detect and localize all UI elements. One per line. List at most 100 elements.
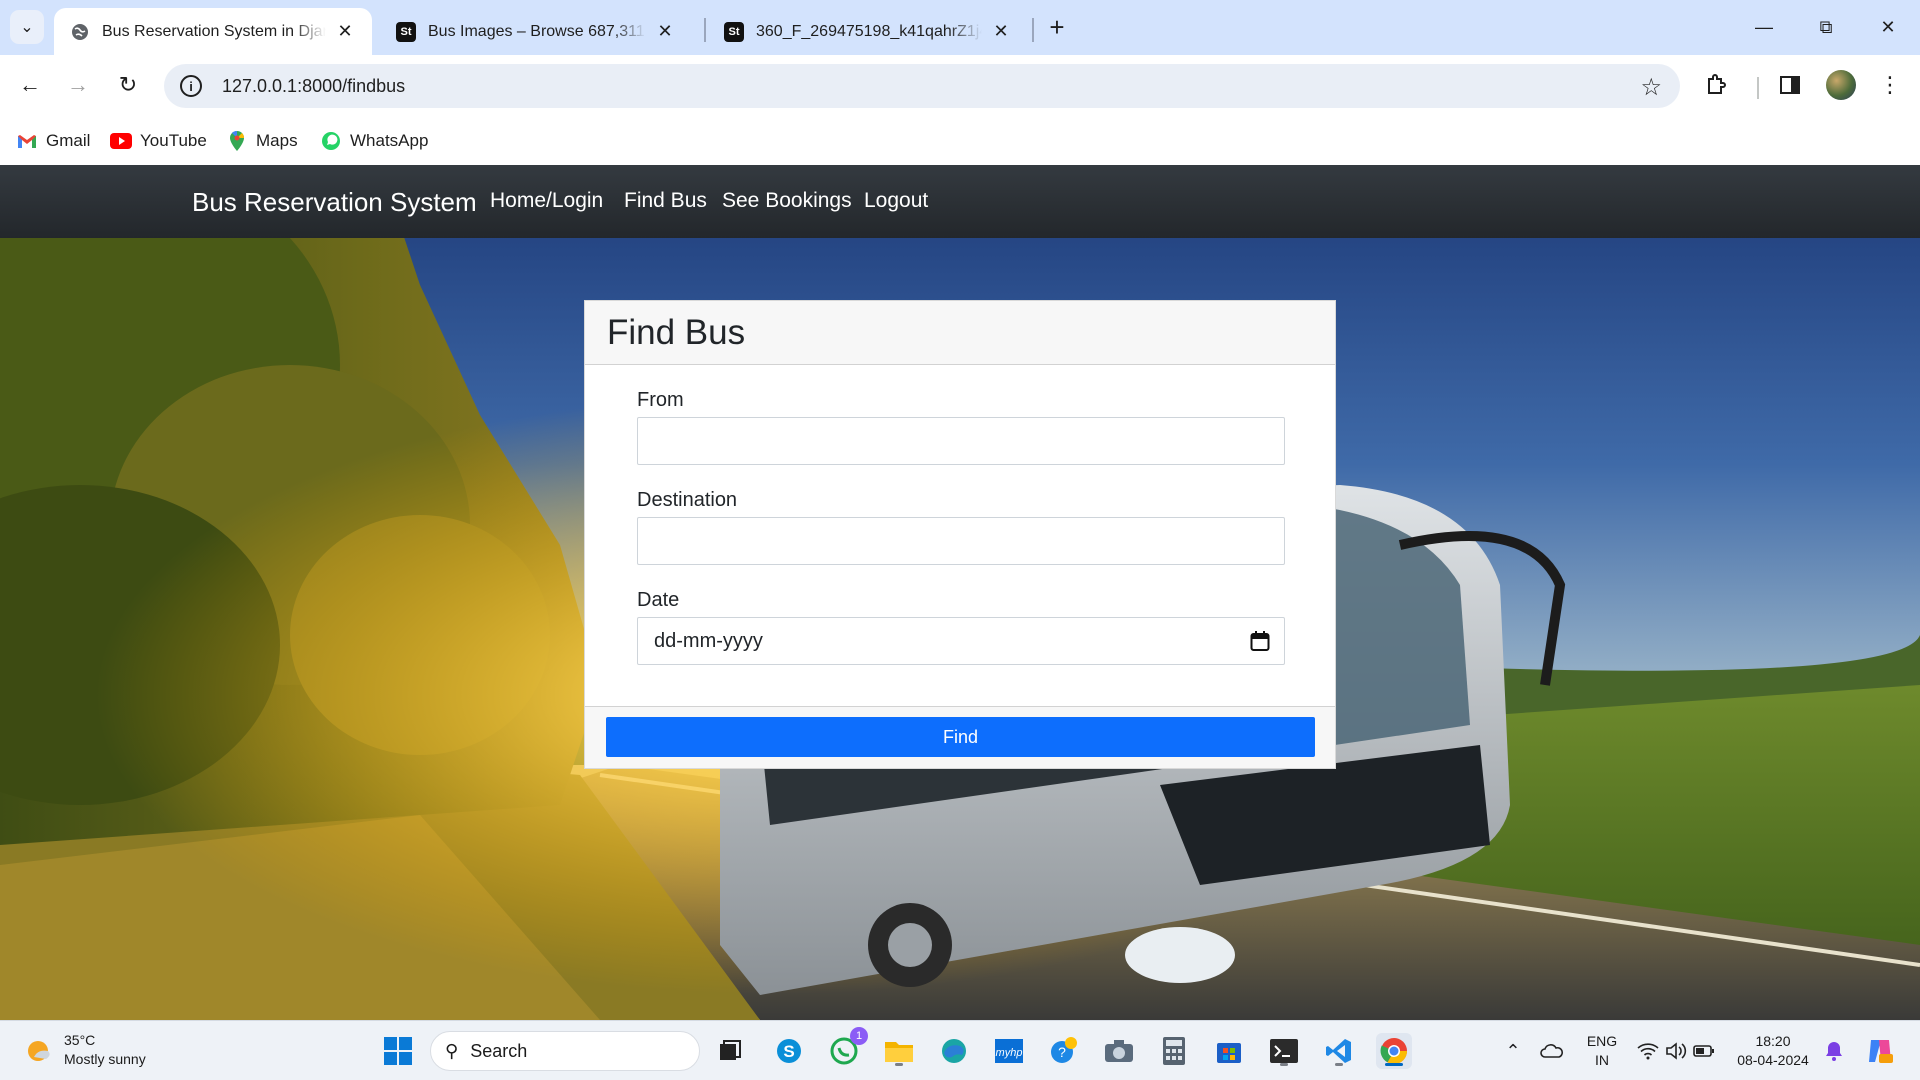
- notification-bell-icon[interactable]: [1816, 1033, 1852, 1069]
- tab-title: 360_F_269475198_k41qahrZ1j4l: [756, 22, 982, 40]
- nav-link-see-bookings[interactable]: See Bookings: [722, 189, 852, 213]
- tab-title: Bus Reservation System in Django: [102, 22, 326, 40]
- windows-logo-icon: [384, 1037, 412, 1065]
- bookmarks-bar: Gmail YouTube Maps WhatsApp: [0, 117, 1920, 165]
- reload-icon: ↻: [118, 72, 138, 97]
- restore-button[interactable]: ⧉: [1796, 0, 1856, 55]
- nav-link-find-bus[interactable]: Find Bus: [624, 189, 707, 213]
- weather-description: Mostly sunny: [64, 1051, 146, 1067]
- maps-icon: [226, 131, 248, 151]
- bookmark-whatsapp[interactable]: WhatsApp: [320, 127, 428, 155]
- destination-label: Destination: [637, 489, 738, 511]
- destination-input[interactable]: [637, 517, 1285, 565]
- language-code: ENG: [1586, 1033, 1618, 1049]
- close-icon: ✕: [1880, 17, 1896, 37]
- date-input[interactable]: dd-mm-yyyy: [637, 617, 1285, 665]
- url-text[interactable]: 127.0.0.1:8000/findbus: [222, 76, 405, 97]
- windows-taskbar: 35°C Mostly sunny ⚲ Search S 1 myhp ? ⌃ …: [0, 1020, 1920, 1080]
- clock-date: 08-04-2024: [1737, 1052, 1809, 1068]
- forward-button[interactable]: →: [58, 65, 98, 105]
- chevron-up-icon[interactable]: ⌃: [1495, 1033, 1531, 1069]
- info-icon[interactable]: i: [180, 75, 202, 97]
- skype-icon[interactable]: S: [771, 1033, 807, 1069]
- toolbar-divider: [1757, 77, 1759, 99]
- shutterstock-icon: St: [724, 21, 744, 42]
- tab-strip: ⌄ Bus Reservation System in Django ✕ St …: [0, 0, 1920, 55]
- close-window-button[interactable]: ✕: [1858, 0, 1918, 55]
- clock[interactable]: 18:20 08-04-2024: [1730, 1032, 1816, 1070]
- bookmark-label: WhatsApp: [350, 131, 429, 150]
- plus-icon: +: [1049, 11, 1065, 42]
- arrow-left-icon: ←: [19, 72, 41, 97]
- tab-bus-images[interactable]: St Bus Images – Browse 687,311 Stock ✕: [380, 8, 692, 55]
- bookmark-youtube[interactable]: YouTube: [110, 127, 207, 155]
- tab-stock-image[interactable]: St 360_F_269475198_k41qahrZ1j4l ✕: [708, 8, 1028, 55]
- vscode-icon[interactable]: [1321, 1033, 1357, 1069]
- nav-link-logout[interactable]: Logout: [864, 189, 928, 213]
- nav-link-home-login[interactable]: Home/Login: [490, 189, 603, 213]
- shutterstock-logo: St: [724, 21, 744, 42]
- hp-app-icon[interactable]: myhp: [991, 1033, 1027, 1069]
- back-button[interactable]: ←: [10, 65, 50, 105]
- from-input[interactable]: [637, 417, 1285, 465]
- weather-widget[interactable]: 35°C Mostly sunny: [24, 1031, 146, 1069]
- bookmark-maps[interactable]: Maps: [226, 127, 298, 155]
- extensions-icon[interactable]: [1700, 69, 1732, 101]
- more-menu-icon[interactable]: ⋮: [1874, 69, 1906, 101]
- running-indicator-active: [1385, 1063, 1403, 1066]
- onedrive-icon[interactable]: [1534, 1033, 1570, 1069]
- whatsapp-taskbar-icon[interactable]: 1: [826, 1027, 868, 1069]
- camera-icon[interactable]: [1101, 1033, 1137, 1069]
- address-bar[interactable]: i 127.0.0.1:8000/findbus ☆: [164, 64, 1680, 108]
- new-tab-button[interactable]: +: [1042, 12, 1072, 42]
- date-placeholder: dd-mm-yyyy: [654, 629, 763, 652]
- svg-text:S: S: [783, 1042, 794, 1061]
- terminal-icon[interactable]: [1266, 1033, 1302, 1069]
- chrome-icon[interactable]: [1376, 1033, 1412, 1069]
- start-button[interactable]: [380, 1033, 416, 1069]
- svg-text:myhp: myhp: [996, 1047, 1023, 1059]
- bookmark-label: YouTube: [140, 131, 207, 150]
- running-indicator: [1335, 1063, 1343, 1066]
- star-icon[interactable]: ☆: [1640, 73, 1662, 102]
- running-indicator: [1280, 1063, 1288, 1066]
- calendar-icon[interactable]: [1250, 630, 1270, 652]
- running-indicator: [895, 1063, 903, 1066]
- bookmark-label: Maps: [256, 131, 298, 150]
- arrow-right-icon: →: [67, 72, 89, 97]
- chevron-down-icon: ⌄: [20, 19, 34, 36]
- clock-time: 18:20: [1755, 1033, 1791, 1049]
- close-icon[interactable]: ✕: [654, 21, 676, 43]
- card-footer: Find: [585, 706, 1335, 768]
- minimize-button[interactable]: —: [1734, 0, 1794, 55]
- task-view-icon[interactable]: [712, 1033, 748, 1069]
- profile-avatar[interactable]: [1826, 70, 1856, 100]
- card-header: Find Bus: [585, 301, 1335, 365]
- tab-bus-reservation[interactable]: Bus Reservation System in Django ✕: [54, 8, 372, 55]
- from-label: From: [637, 389, 684, 411]
- notification-badge: 1: [850, 1027, 868, 1045]
- side-panel-icon[interactable]: [1774, 69, 1806, 101]
- close-icon[interactable]: ✕: [990, 21, 1012, 43]
- taskbar-search-label: Search: [470, 1040, 528, 1061]
- store-icon[interactable]: [1211, 1033, 1247, 1069]
- copilot-icon[interactable]: [1862, 1033, 1898, 1069]
- taskbar-search[interactable]: ⚲ Search: [430, 1031, 700, 1071]
- close-icon[interactable]: ✕: [334, 21, 356, 43]
- language-indicator[interactable]: ENG IN: [1580, 1032, 1624, 1070]
- edge-icon[interactable]: [936, 1033, 972, 1069]
- file-explorer-icon[interactable]: [881, 1033, 917, 1069]
- navbar-brand[interactable]: Bus Reservation System: [192, 187, 477, 218]
- bookmark-gmail[interactable]: Gmail: [16, 127, 90, 155]
- tab-search-button[interactable]: ⌄: [10, 10, 44, 44]
- help-app-icon[interactable]: ?: [1046, 1033, 1082, 1069]
- battery-icon[interactable]: [1686, 1033, 1722, 1069]
- page-viewport: Bus Reservation System Home/Login Find B…: [0, 165, 1920, 1020]
- find-button[interactable]: Find: [606, 717, 1315, 757]
- tab-title: Bus Images – Browse 687,311 Stock: [428, 22, 646, 40]
- language-region: IN: [1595, 1052, 1609, 1068]
- youtube-icon: [110, 132, 132, 150]
- calculator-icon[interactable]: [1156, 1033, 1192, 1069]
- reload-button[interactable]: ↻: [108, 65, 148, 105]
- find-bus-card: Find Bus From Destination Date dd-mm-yyy…: [584, 300, 1336, 769]
